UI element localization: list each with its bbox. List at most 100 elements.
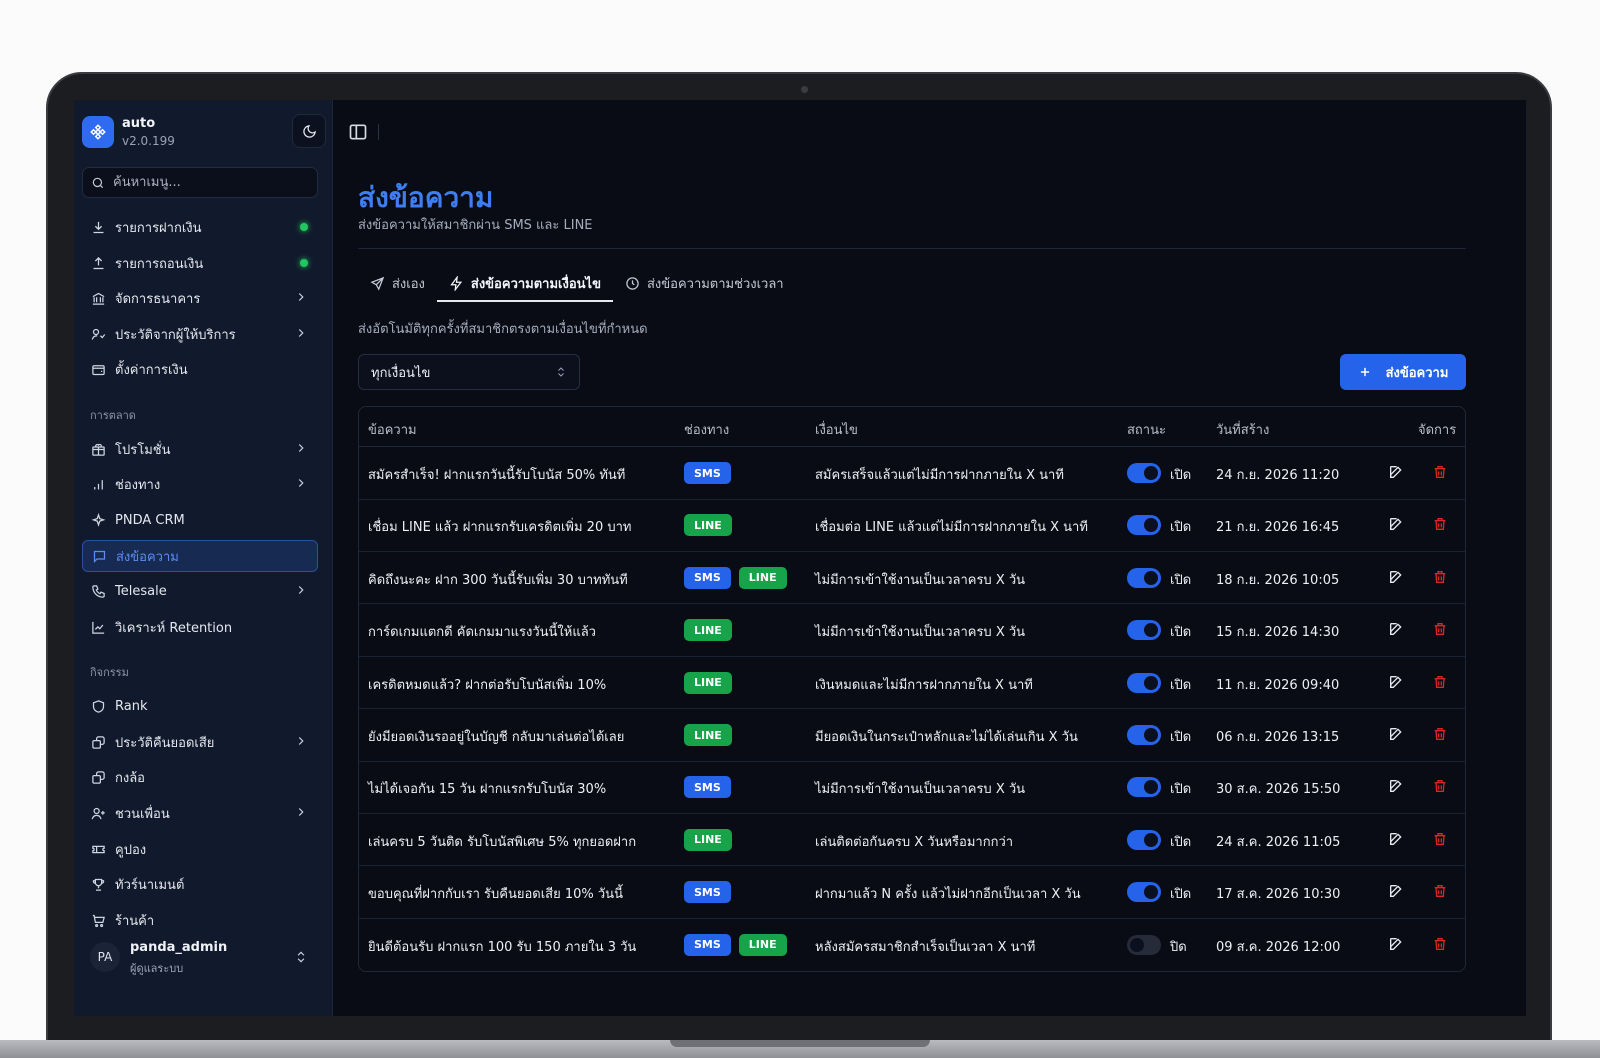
main-content: ส่งข้อความ ส่งข้อความให้สมาชิกผ่าน SMS แ… (334, 100, 1526, 1016)
table-row[interactable]: ยินดีต้อนรับ ฝากแรก 100 รับ 150 ภายใน 3 … (359, 919, 1465, 971)
edit-icon[interactable] (1388, 936, 1406, 954)
table-row[interactable]: การ์ดเกมแตกดี คัดเกมมาแรงวันนี้ให้แล้ว LI… (359, 604, 1465, 657)
edit-icon[interactable] (1388, 464, 1406, 482)
table-row[interactable]: เชื่อม LINE แล้ว ฝากแรกรับเครดิตเพิ่ม 20… (359, 499, 1465, 552)
edit-icon[interactable] (1388, 883, 1406, 901)
sidebar-toggle-icon[interactable] (348, 122, 368, 142)
status-toggle[interactable] (1127, 882, 1161, 903)
status-toggle[interactable] (1127, 567, 1161, 588)
sidebar-item-deposits[interactable]: รายการฝากเงิน (82, 211, 318, 243)
status-toggle[interactable] (1127, 829, 1161, 850)
sidebar-item-refund-history[interactable]: ประวัติคืนยอดเสีย (82, 726, 318, 758)
table-row[interactable]: เล่นครบ 5 วันติด รับโบนัสพิเศษ 5% ทุกยอด… (359, 814, 1465, 867)
sidebar-item-channels[interactable]: ช่องทาง (82, 468, 318, 500)
message-text: เล่นครบ 5 วันติด รับโบนัสพิเศษ 5% ทุกยอด… (368, 834, 637, 850)
laptop-notch (670, 1040, 930, 1047)
status-toggle[interactable] (1127, 620, 1161, 641)
create-message-button[interactable]: ส่งข้อความ (1340, 354, 1466, 390)
edit-icon[interactable] (1388, 831, 1406, 849)
table-row[interactable]: เครดิตหมดแล้ว? ฝากต่อรับโบนัสเพิ่ม 10% LI… (359, 657, 1465, 710)
tab-send-scheduled[interactable]: ส่งข้อความตามช่วงเวลา (613, 266, 796, 302)
sidebar-item-shop[interactable]: ร้านค้า (82, 904, 318, 936)
channel-badges: SMS (684, 881, 731, 904)
chevron-up-down-icon (297, 951, 305, 963)
condition-text: เชื่อมต่อ LINE แล้วแต่ไม่มีการฝากภายใน X… (815, 520, 1088, 536)
gift-icon (90, 441, 106, 457)
search-input[interactable] (113, 175, 303, 190)
sidebar-item-provider-history[interactable]: ประวัติจากผู้ให้บริการ (82, 318, 318, 350)
sidebar-item-send-message[interactable]: ส่งข้อความ (82, 540, 318, 572)
sidebar-item-label: Telesale (115, 583, 167, 599)
status-text: เปิด (1170, 468, 1192, 483)
status-text: เปิด (1170, 834, 1192, 850)
condition-filter-select[interactable]: ทุกเงื่อนไข (358, 354, 580, 390)
sidebar-item-pnda-crm[interactable]: PNDA CRM (82, 504, 318, 536)
channel-badges: LINE (684, 724, 732, 746)
theme-toggle-button[interactable] (292, 114, 326, 148)
sidebar-item-label: PNDA CRM (115, 512, 185, 528)
sidebar-item-tournament[interactable]: ทัวร์นาเมนต์ (82, 868, 318, 900)
app-window: auto v2.0.199 รายการฝากเงิน รายการถอนเงิ… (74, 100, 1526, 1016)
sidebar-item-label: รายการถอนเงิน (115, 256, 204, 272)
brand-logo[interactable] (82, 116, 114, 148)
sidebar-item-finance-settings[interactable]: ตั้งค่าการเงิน (82, 353, 318, 385)
wheel-icon (90, 769, 106, 785)
trash-icon[interactable] (1432, 778, 1450, 796)
trash-icon[interactable] (1432, 831, 1450, 849)
trash-icon[interactable] (1432, 674, 1450, 692)
status-text: ปิด (1170, 939, 1187, 955)
status-toggle[interactable] (1127, 777, 1161, 798)
edit-icon[interactable] (1388, 621, 1406, 639)
edit-icon[interactable] (1388, 569, 1406, 587)
edit-icon[interactable] (1388, 674, 1406, 692)
chevron-right-icon (298, 586, 304, 594)
header-status: สถานะ (1127, 423, 1166, 438)
table-row[interactable]: คิดถึงนะคะ ฝาก 300 วันนี้รับเพิ่ม 30 บาท… (359, 552, 1465, 605)
edit-icon[interactable] (1388, 516, 1406, 534)
created-date: 24 ก.ย. 2026 11:20 (1216, 468, 1340, 483)
trash-icon[interactable] (1432, 883, 1450, 901)
edit-icon[interactable] (1388, 778, 1406, 796)
table-row[interactable]: ไม่ได้เจอกัน 15 วัน ฝากแรกรับโบนัส 30% SM… (359, 761, 1465, 814)
table-row[interactable]: ขอบคุณที่ฝากกับเรา รับคืนยอดเสีย 10% วัน… (359, 866, 1465, 919)
trash-icon[interactable] (1432, 569, 1450, 587)
sidebar-item-wheel[interactable]: กงล้อ (82, 761, 318, 793)
sidebar-item-invite-friends[interactable]: ชวนเพื่อน (82, 797, 318, 829)
tab-send-conditional[interactable]: ส่งข้อความตามเงื่อนไข (436, 266, 613, 302)
sidebar-item-label: คูปอง (115, 842, 147, 858)
sidebar-item-banks[interactable]: จัดการธนาคาร (82, 282, 318, 314)
status-toggle[interactable] (1127, 463, 1161, 483)
table-row[interactable]: สมัครสำเร็จ! ฝากแรกวันนี้รับโบนัส 50% ทั… (359, 447, 1465, 500)
status-text: เปิด (1170, 572, 1192, 588)
laptop-frame: auto v2.0.199 รายการฝากเงิน รายการถอนเงิ… (46, 72, 1552, 1042)
sidebar-item-rank[interactable]: Rank (82, 690, 318, 722)
table-row[interactable]: ยังมียอดเงินรออยู่ในบัญชี กลับมาเล่นต่อไ… (359, 709, 1465, 762)
sidebar-item-promotions[interactable]: โปรโมชั่น (82, 433, 318, 465)
status-toggle[interactable] (1127, 934, 1161, 955)
message-text: ยังมียอดเงินรออยู่ในบัญชี กลับมาเล่นต่อไ… (368, 730, 625, 745)
status-toggle[interactable] (1127, 515, 1161, 536)
sidebar-item-withdrawals[interactable]: รายการถอนเงิน (82, 247, 318, 279)
status-toggle[interactable] (1127, 672, 1161, 693)
sidebar-item-retention[interactable]: วิเคราะห์ Retention (82, 611, 318, 643)
trash-icon[interactable] (1432, 936, 1450, 954)
trash-icon[interactable] (1432, 516, 1450, 534)
sidebar-item-coupons[interactable]: คูปอง (82, 833, 318, 865)
user-menu[interactable]: PA panda_admin ผู้ดูแลระบบ (82, 936, 318, 980)
edit-icon[interactable] (1388, 726, 1406, 744)
message-text: ไม่ได้เจอกัน 15 วัน ฝากแรกรับโบนัส 30% (368, 782, 607, 798)
condition-text: เล่นติดต่อกันครบ X วันหรือมากกว่า (815, 834, 1014, 850)
created-date: 09 ส.ค. 2026 12:00 (1216, 939, 1341, 955)
trash-icon[interactable] (1432, 726, 1450, 744)
tab-send-manual[interactable]: ส่งเอง (358, 266, 437, 302)
status-toggle[interactable] (1127, 725, 1161, 745)
line-badge: LINE (684, 671, 732, 694)
shield-icon (90, 698, 106, 714)
sidebar-item-label: Rank (115, 698, 148, 714)
status-text: เปิด (1170, 677, 1192, 693)
trash-icon[interactable] (1432, 464, 1450, 482)
trash-icon[interactable] (1432, 621, 1450, 639)
tab-label: ส่งข้อความตามช่วงเวลา (646, 276, 784, 292)
status-text: เปิด (1170, 520, 1192, 536)
sidebar-item-telesale[interactable]: Telesale (82, 575, 318, 607)
